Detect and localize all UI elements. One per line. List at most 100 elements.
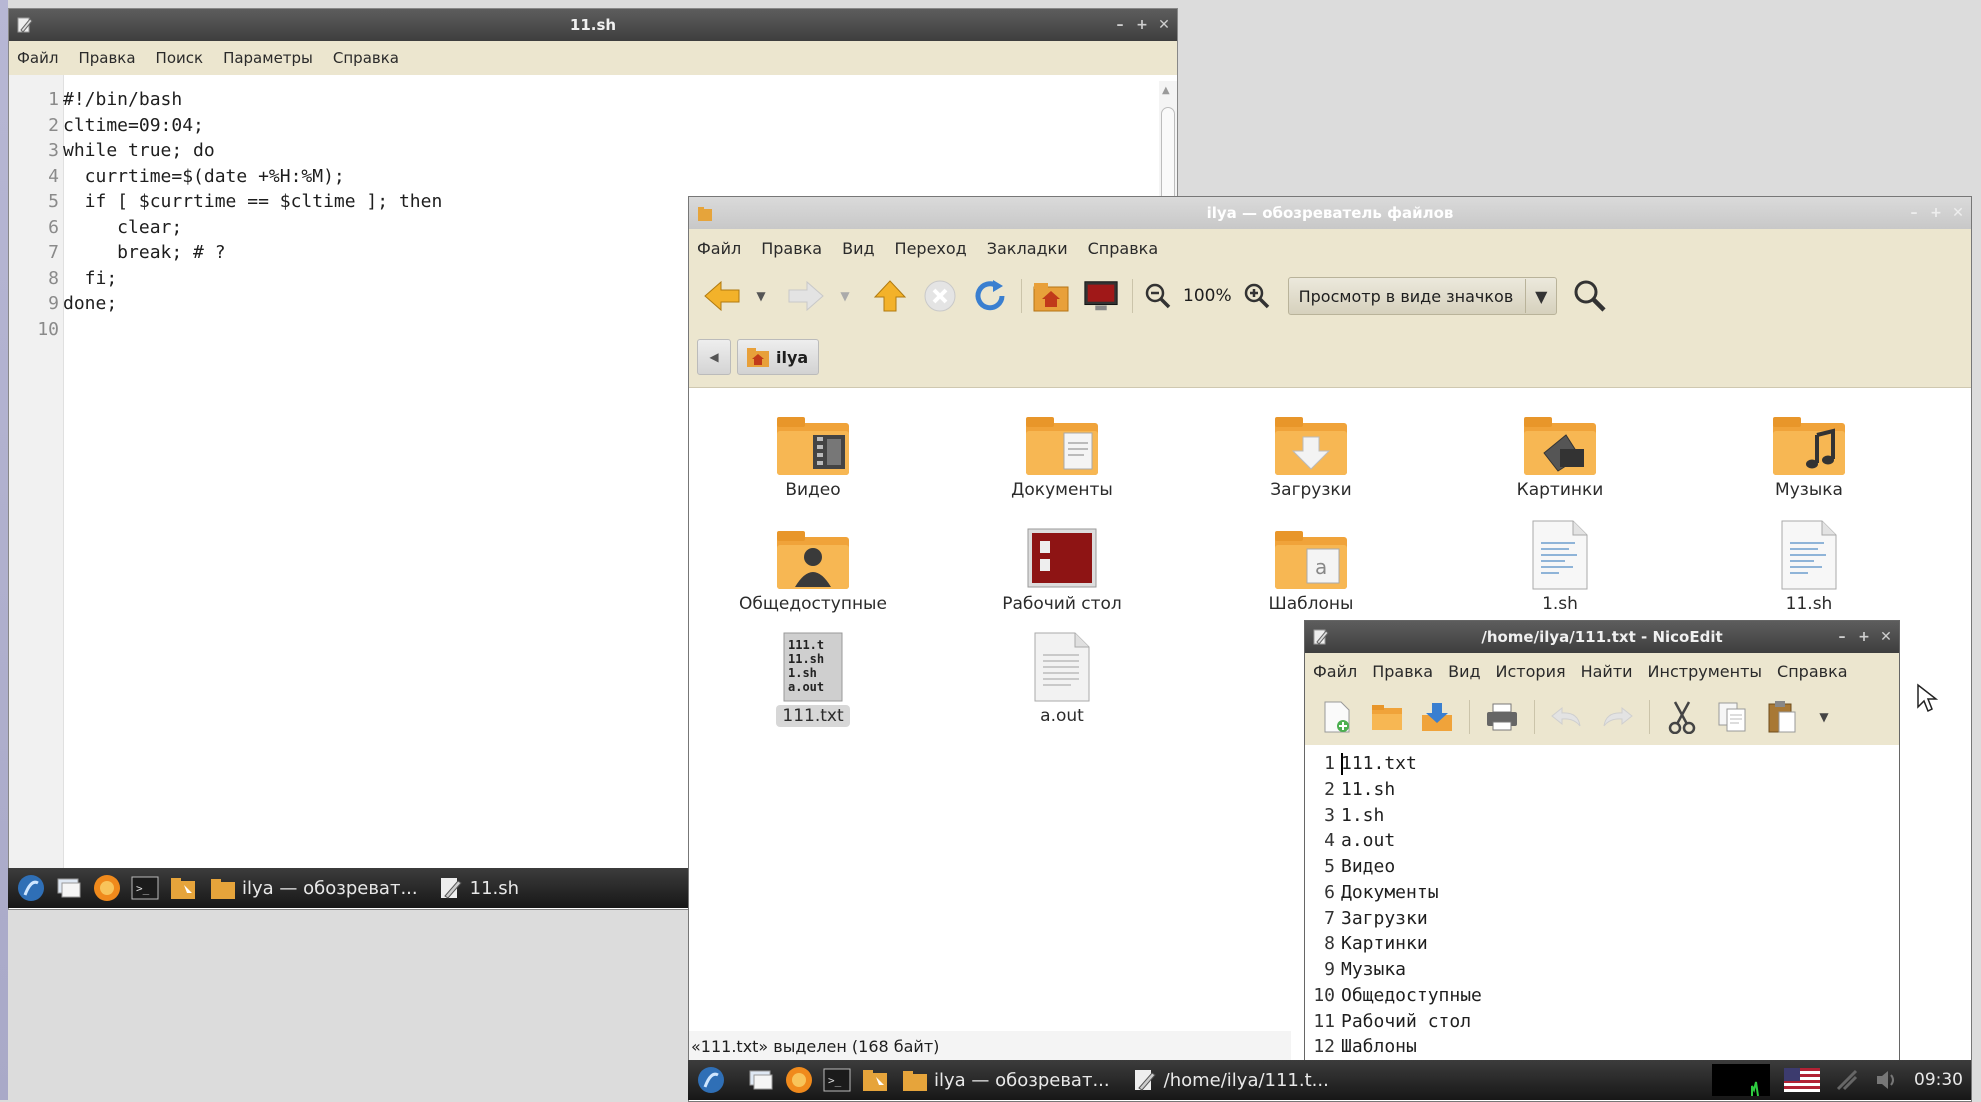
menu-tools[interactable]: Инструменты — [1648, 662, 1763, 681]
clock[interactable]: 09:30 — [1914, 1070, 1963, 1090]
taskbar-task-filemanager[interactable]: ilya — обозреват... — [210, 876, 418, 900]
browser-icon[interactable] — [784, 1065, 814, 1095]
file-item[interactable]: 1.sh — [1470, 519, 1650, 615]
paste-button[interactable] — [1764, 699, 1800, 735]
file-label: a.out — [1040, 706, 1084, 726]
zoom-out-button[interactable] — [1143, 277, 1173, 315]
menu-search[interactable]: Поиск — [156, 49, 204, 67]
code-line: 10 — [37, 319, 59, 340]
menu-help[interactable]: Справка — [1777, 662, 1848, 681]
nicoedit-titlebar[interactable]: /home/ilya/111.txt - NicoEdit – + ✕ — [1305, 621, 1899, 653]
back-button[interactable] — [703, 277, 741, 315]
minimize-icon[interactable]: – — [1113, 17, 1127, 33]
zoom-in-button[interactable] — [1242, 277, 1272, 315]
menu-help[interactable]: Справка — [1088, 239, 1159, 258]
menu-edit[interactable]: Правка — [1372, 662, 1433, 681]
volume-icon[interactable] — [1874, 1067, 1900, 1093]
undo-button[interactable] — [1549, 699, 1585, 735]
fm-title: ilya — обозреватель файлов — [1206, 204, 1454, 222]
file-item[interactable]: Музыка — [1719, 413, 1899, 501]
reload-button[interactable] — [971, 277, 1009, 315]
file-manager-icon[interactable] — [860, 1065, 890, 1095]
menu-history[interactable]: История — [1496, 662, 1566, 681]
menu-edit[interactable]: Правка — [761, 239, 822, 258]
pictures-folder-icon — [1524, 417, 1596, 475]
save-file-button[interactable] — [1419, 699, 1455, 735]
home-button[interactable] — [1032, 277, 1070, 315]
file-item[interactable]: a Шаблоны — [1221, 527, 1401, 615]
text-line: 1 111.txt — [1324, 753, 1417, 774]
start-menu-icon[interactable] — [16, 873, 46, 903]
minimize-icon[interactable]: – — [1835, 629, 1849, 645]
back-history-dropdown[interactable]: ▼ — [753, 277, 769, 315]
menu-file[interactable]: Файл — [17, 49, 58, 67]
view-mode-select[interactable]: Просмотр в виде значков ▼ — [1287, 277, 1558, 315]
menu-bookmarks[interactable]: Закладки — [987, 239, 1068, 258]
maximize-icon[interactable]: + — [1857, 629, 1871, 645]
file-item[interactable]: Видео — [723, 413, 903, 501]
menu-file[interactable]: Файл — [1313, 662, 1357, 681]
file-item[interactable]: Рабочий стол — [972, 527, 1152, 615]
scroll-up-icon[interactable]: ▲ — [1162, 85, 1170, 96]
menu-help[interactable]: Справка — [333, 49, 399, 67]
terminal-icon[interactable]: >_ — [130, 873, 160, 903]
text-line: 8 Картинки — [1324, 933, 1428, 954]
file-manager-icon[interactable] — [168, 873, 198, 903]
menu-view[interactable]: Вид — [842, 239, 874, 258]
menu-view[interactable]: Вид — [1448, 662, 1480, 681]
terminal-icon[interactable]: >_ — [822, 1065, 852, 1095]
forward-history-dropdown[interactable]: ▼ — [837, 277, 853, 315]
taskbar-task-editor[interactable]: 11.sh — [438, 876, 519, 900]
close-icon[interactable]: ✕ — [1951, 205, 1965, 221]
file-item[interactable]: Картинки — [1470, 413, 1650, 501]
network-icon[interactable] — [1834, 1067, 1860, 1093]
close-icon[interactable]: ✕ — [1879, 629, 1893, 645]
text-line: 12 Шаблоны — [1313, 1036, 1417, 1057]
file-item[interactable]: Загрузки — [1221, 413, 1401, 501]
file-item-selected[interactable]: 111.t 11.sh 1.sh a.out 111.txt — [723, 631, 903, 727]
show-desktop-icon[interactable] — [746, 1065, 776, 1095]
new-file-button[interactable] — [1319, 699, 1355, 735]
code-line: 1 #!/bin/bash — [48, 89, 183, 110]
maximize-icon[interactable]: + — [1929, 205, 1943, 221]
redo-button[interactable] — [1599, 699, 1635, 735]
menu-edit[interactable]: Правка — [78, 49, 135, 67]
computer-button[interactable] — [1082, 277, 1120, 315]
file-item[interactable]: Общедоступные — [723, 527, 903, 615]
file-item[interactable]: 11.sh — [1719, 519, 1899, 615]
stop-button[interactable] — [921, 277, 959, 315]
copy-button[interactable] — [1714, 699, 1750, 735]
editor-title: 11.sh — [569, 16, 617, 34]
start-menu-icon[interactable] — [696, 1065, 726, 1095]
fm-titlebar[interactable]: ilya — обозреватель файлов – + ✕ — [689, 197, 1971, 229]
open-file-button[interactable] — [1369, 699, 1405, 735]
path-scroll-left-button[interactable]: ◀ — [697, 339, 731, 375]
downloads-folder-icon — [1275, 417, 1347, 475]
menu-find[interactable]: Найти — [1581, 662, 1633, 681]
forward-button[interactable] — [787, 277, 825, 315]
file-item[interactable]: a.out — [972, 631, 1152, 727]
cut-button[interactable] — [1664, 699, 1700, 735]
file-item[interactable]: Документы — [972, 413, 1152, 501]
stop-icon — [924, 280, 956, 312]
editor-titlebar[interactable]: 11.sh – + ✕ — [9, 9, 1177, 41]
breadcrumb-home[interactable]: ilya — [737, 339, 819, 375]
taskbar-task-label: ilya — обозреват... — [242, 877, 418, 899]
text-line: 10 Общедоступные — [1313, 985, 1482, 1006]
search-button[interactable] — [1571, 277, 1609, 315]
toolbar-more-dropdown[interactable]: ▼ — [1814, 699, 1834, 735]
up-button[interactable] — [871, 277, 909, 315]
keyboard-layout-flag-icon[interactable] — [1784, 1068, 1820, 1092]
menu-go[interactable]: Переход — [895, 239, 967, 258]
browser-icon[interactable] — [92, 873, 122, 903]
maximize-icon[interactable]: + — [1135, 17, 1149, 33]
menu-settings[interactable]: Параметры — [223, 49, 313, 67]
menu-file[interactable]: Файл — [697, 239, 741, 258]
taskbar-task-nicoedit[interactable]: /home/ilya/111.t... — [1132, 1068, 1329, 1092]
print-button[interactable] — [1484, 699, 1520, 735]
show-desktop-icon[interactable] — [54, 873, 84, 903]
minimize-icon[interactable]: – — [1907, 205, 1921, 221]
arrow-right-icon — [788, 280, 824, 312]
taskbar-task-filemanager[interactable]: ilya — обозреват... — [902, 1068, 1110, 1092]
close-icon[interactable]: ✕ — [1157, 17, 1171, 33]
